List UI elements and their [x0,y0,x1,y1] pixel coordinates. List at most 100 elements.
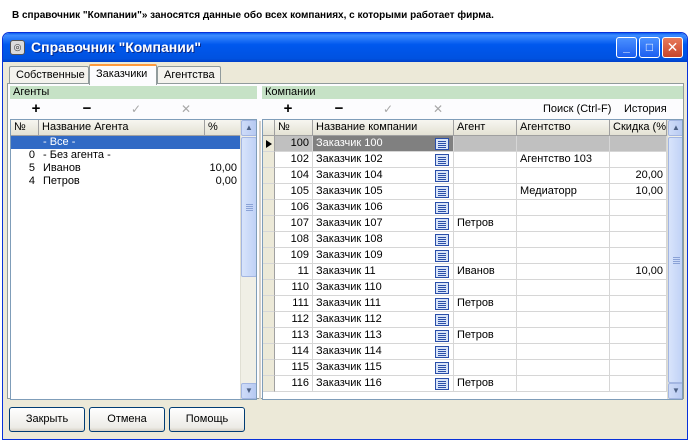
agents-cancel-button[interactable]: ✕ [178,101,194,117]
company-row[interactable]: 100 Заказчик 100 [263,136,667,152]
companies-col-discount[interactable]: Скидка (%) [610,120,667,136]
company-num[interactable]: 111 [275,296,313,312]
company-num[interactable]: 11 [275,264,313,280]
details-icon[interactable] [435,298,449,310]
company-name[interactable]: Заказчик 100 [313,136,454,152]
title-bar[interactable]: ◎ Справочник "Компании" _ □ ✕ [3,33,687,62]
details-icon[interactable] [435,378,449,390]
company-discount[interactable] [610,152,667,168]
company-row[interactable]: 114 Заказчик 114 [263,344,667,360]
company-agency[interactable] [517,296,610,312]
agent-row[interactable]: 4 Петров 0,00 [11,175,241,188]
cancel-button[interactable]: Отмена [89,407,165,432]
company-agent[interactable] [454,232,517,248]
company-agent[interactable] [454,280,517,296]
company-num[interactable]: 108 [275,232,313,248]
close-button[interactable]: Закрыть [9,407,85,432]
company-agent[interactable] [454,344,517,360]
company-num[interactable]: 113 [275,328,313,344]
company-name[interactable]: Заказчик 11 [313,264,454,280]
company-num[interactable]: 100 [275,136,313,152]
company-row[interactable]: 11 Заказчик 11 Иванов 10,00 [263,264,667,280]
company-agent[interactable] [454,248,517,264]
company-num[interactable]: 106 [275,200,313,216]
company-agency[interactable] [517,168,610,184]
company-num[interactable]: 116 [275,376,313,392]
company-agent[interactable]: Иванов [454,264,517,280]
company-name[interactable]: Заказчик 108 [313,232,454,248]
help-button[interactable]: Помощь [169,407,245,432]
agents-scrollbar[interactable]: ▲ ▼ [240,120,256,399]
agents-col-percent[interactable]: % [205,120,241,136]
companies-scrollbar[interactable]: ▲ ▼ [667,120,682,399]
company-discount[interactable] [610,232,667,248]
company-discount[interactable] [610,360,667,376]
scroll-down-icon[interactable]: ▼ [668,383,682,399]
company-row[interactable]: 105 Заказчик 105 Медиаторр 10,00 [263,184,667,200]
details-icon[interactable] [435,362,449,374]
company-row[interactable]: 112 Заказчик 112 [263,312,667,328]
company-name[interactable]: Заказчик 102 [313,152,454,168]
company-agency[interactable] [517,216,610,232]
company-agency[interactable] [517,136,610,152]
close-icon[interactable]: ✕ [662,37,683,58]
company-agency[interactable] [517,344,610,360]
company-discount[interactable]: 10,00 [610,264,667,280]
company-num[interactable]: 105 [275,184,313,200]
details-icon[interactable] [435,202,449,214]
company-num[interactable]: 112 [275,312,313,328]
minimize-icon[interactable]: _ [616,37,637,58]
company-name[interactable]: Заказчик 111 [313,296,454,312]
agent-row[interactable]: 0 - Без агента - [11,149,241,162]
company-agent[interactable]: Петров [454,376,517,392]
company-agency[interactable] [517,328,610,344]
company-row[interactable]: 113 Заказчик 113 Петров [263,328,667,344]
agents-col-num[interactable]: № [11,120,39,136]
company-row[interactable]: 116 Заказчик 116 Петров [263,376,667,392]
company-row[interactable]: 111 Заказчик 111 Петров [263,296,667,312]
companies-col-agent[interactable]: Агент [454,120,517,136]
company-name[interactable]: Заказчик 112 [313,312,454,328]
company-agent[interactable] [454,136,517,152]
companies-cancel-button[interactable]: ✕ [430,101,446,117]
company-discount[interactable] [610,296,667,312]
company-num[interactable]: 102 [275,152,313,168]
company-agency[interactable] [517,312,610,328]
companies-col-num[interactable]: № [275,120,313,136]
company-discount[interactable] [610,312,667,328]
company-name[interactable]: Заказчик 115 [313,360,454,376]
details-icon[interactable] [435,314,449,326]
scroll-down-icon[interactable]: ▼ [241,383,256,399]
scroll-up-icon[interactable]: ▲ [668,120,682,136]
agent-row[interactable]: - Все - [11,136,241,149]
company-name[interactable]: Заказчик 105 [313,184,454,200]
company-row[interactable]: 108 Заказчик 108 [263,232,667,248]
company-agent[interactable] [454,152,517,168]
companies-remove-button[interactable]: − [331,101,347,117]
company-agent[interactable] [454,184,517,200]
company-agency[interactable]: Медиаторр [517,184,610,200]
history-button[interactable]: История [624,103,667,115]
details-icon[interactable] [435,330,449,342]
company-agent[interactable]: Петров [454,296,517,312]
tab-own[interactable]: Собственные [9,66,89,84]
company-num[interactable]: 110 [275,280,313,296]
company-discount[interactable]: 10,00 [610,184,667,200]
scroll-up-icon[interactable]: ▲ [241,120,256,136]
company-discount[interactable] [610,136,667,152]
company-num[interactable]: 115 [275,360,313,376]
company-agent[interactable]: Петров [454,216,517,232]
company-agency[interactable] [517,360,610,376]
tab-customers[interactable]: Заказчики [89,64,157,85]
company-discount[interactable] [610,344,667,360]
company-num[interactable]: 109 [275,248,313,264]
company-row[interactable]: 109 Заказчик 109 [263,248,667,264]
details-icon[interactable] [435,282,449,294]
company-agency[interactable] [517,248,610,264]
agents-apply-button[interactable]: ✓ [128,101,144,117]
companies-apply-button[interactable]: ✓ [380,101,396,117]
company-discount[interactable] [610,248,667,264]
companies-col-name[interactable]: Название компании [313,120,454,136]
company-agent[interactable] [454,168,517,184]
company-num[interactable]: 107 [275,216,313,232]
